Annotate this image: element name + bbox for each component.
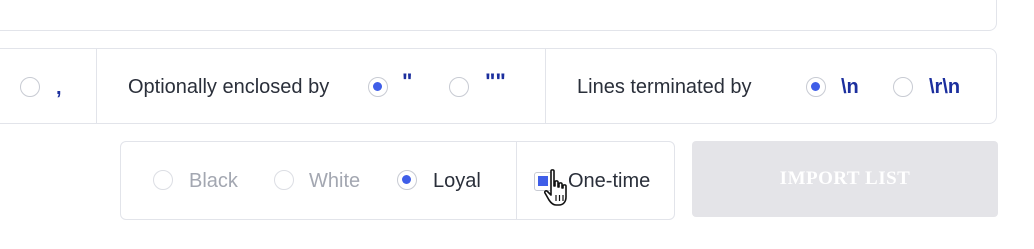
list-loyal-label: Loyal — [433, 170, 481, 192]
terminated-crlf-label: \r\n — [929, 76, 961, 98]
terminated-by-label: Lines terminated by — [577, 76, 752, 98]
enclosed-by-label: Optionally enclosed by — [128, 76, 330, 98]
enclosed-double-quote-label: " — [402, 69, 413, 94]
enclosed-double-double-quote-label: "" — [485, 69, 506, 94]
radio-enclosed-double-quote[interactable] — [368, 77, 388, 97]
delimiter-comma-label: , — [56, 77, 62, 99]
radio-list-white[interactable] — [274, 170, 294, 190]
import-list-button[interactable]: IMPORT LIST — [692, 141, 998, 217]
list-black-label: Black — [189, 170, 238, 192]
radio-enclosed-double-double-quote[interactable] — [449, 77, 469, 97]
radio-list-loyal[interactable] — [397, 170, 417, 190]
terminated-lf-label: \n — [841, 76, 859, 98]
upload-area-box — [0, 0, 997, 31]
divider — [96, 49, 97, 123]
one-time-label: One-time — [568, 170, 651, 192]
list-white-label: White — [309, 170, 361, 192]
radio-delimiter-comma[interactable] — [20, 77, 40, 97]
divider — [545, 49, 546, 123]
hand-pointer-icon — [543, 169, 567, 206]
divider — [516, 142, 517, 219]
radio-terminated-crlf[interactable] — [893, 77, 913, 97]
radio-list-black[interactable] — [153, 170, 173, 190]
radio-terminated-lf[interactable] — [806, 77, 826, 97]
